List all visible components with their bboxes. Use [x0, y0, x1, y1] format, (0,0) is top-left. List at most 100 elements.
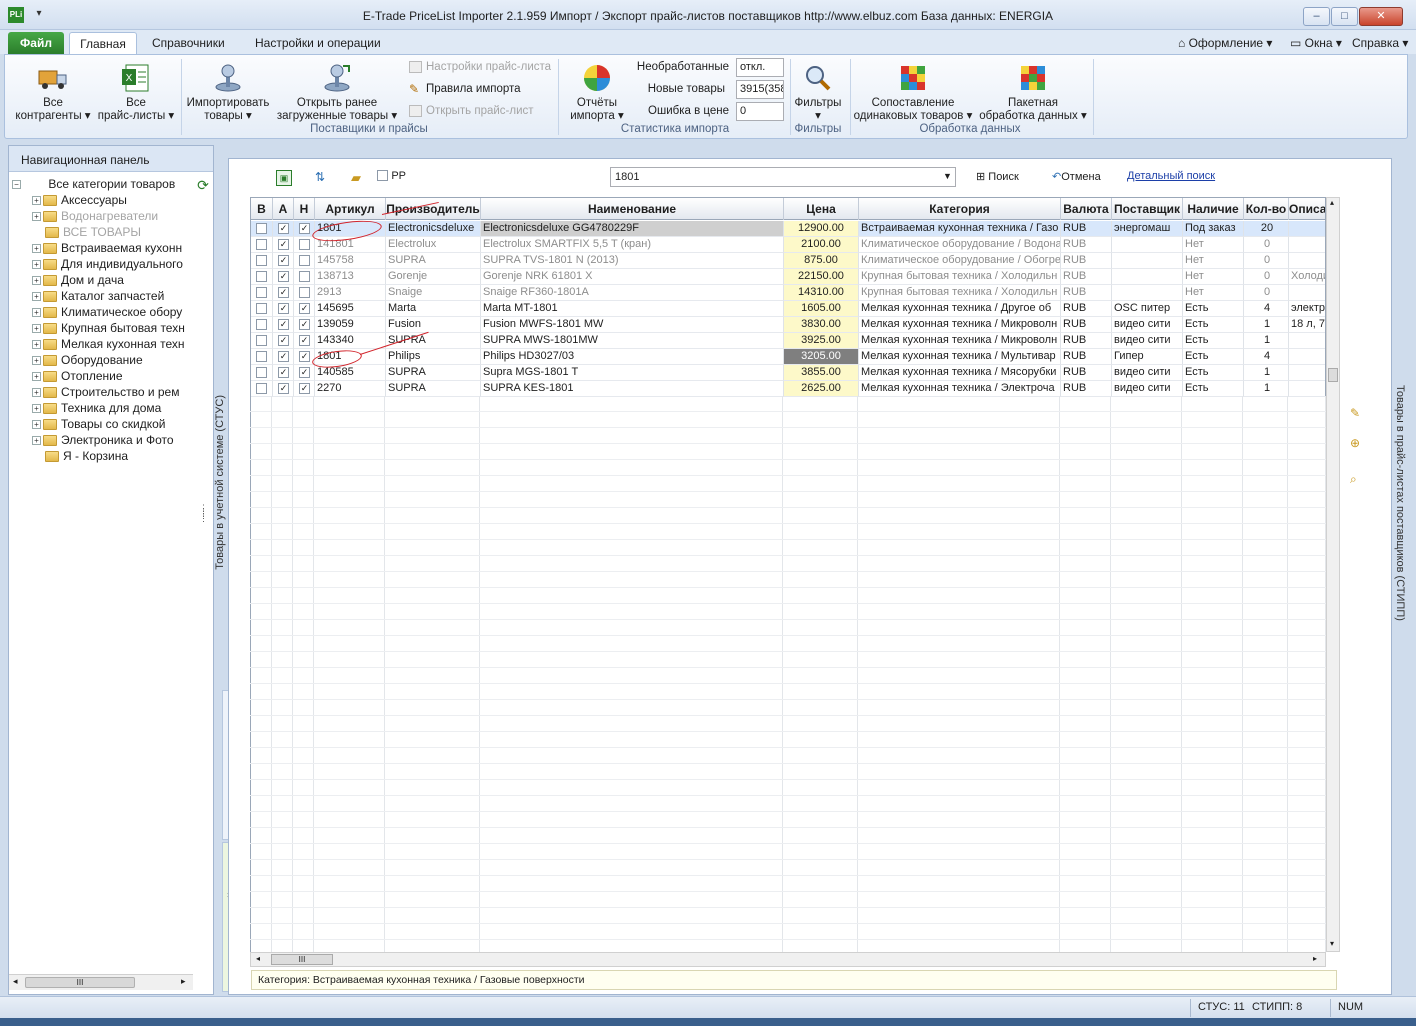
tab-references[interactable]: Справочники: [140, 32, 237, 54]
tree-item[interactable]: + Техника для дома: [12, 400, 212, 416]
expand-icon[interactable]: +: [32, 196, 41, 206]
tree-item[interactable]: Я - Корзина: [12, 448, 212, 464]
all-pricelists-button[interactable]: X Все прайс-листы ▾: [95, 63, 177, 123]
search-combobox[interactable]: 1801 ▼: [610, 167, 956, 187]
column-header[interactable]: Наличие: [1183, 198, 1244, 220]
column-header[interactable]: Наименование: [481, 198, 784, 220]
tree-item[interactable]: + Крупная бытовая техн: [12, 320, 212, 336]
expand-icon[interactable]: +: [32, 340, 41, 350]
expand-icon[interactable]: +: [32, 404, 41, 414]
tree-item[interactable]: + Оборудование: [12, 352, 212, 368]
folder-edit-icon[interactable]: ✎: [1350, 406, 1366, 420]
open-loaded-goods-button[interactable]: Открыть ранее загруженные товары ▾: [275, 63, 399, 123]
column-header[interactable]: Кол-во: [1244, 198, 1289, 220]
cancel-button[interactable]: ↶Отмена: [1052, 170, 1101, 183]
export-excel-icon[interactable]: ▣: [276, 170, 292, 186]
chevron-down-icon[interactable]: ▼: [943, 171, 952, 181]
tree-item[interactable]: + Климатическое обору: [12, 304, 212, 320]
design-menu[interactable]: ⌂ Оформление ▾: [1178, 32, 1272, 54]
unprocessed-field[interactable]: откл.: [736, 58, 784, 77]
tab-stus-vertical[interactable]: Товары в учетной системе (СТУС): [214, 395, 228, 585]
expand-icon[interactable]: +: [32, 420, 41, 430]
column-header[interactable]: Категория: [859, 198, 1061, 220]
expand-icon[interactable]: +: [32, 292, 41, 302]
sort-icon[interactable]: ⇅: [311, 170, 329, 186]
open-pricelist-button[interactable]: Открыть прайс-лист: [409, 105, 534, 117]
tab-settings-operations[interactable]: Настройки и операции: [243, 32, 393, 54]
scroll-right-icon[interactable]: ▸: [181, 976, 186, 987]
tree-item[interactable]: + Мелкая кухонная техн: [12, 336, 212, 352]
column-header[interactable]: Артикул: [315, 198, 386, 220]
folder-search-icon[interactable]: ⌕: [1350, 472, 1366, 486]
column-header[interactable]: Поставщик: [1112, 198, 1183, 220]
nav-hscroll[interactable]: ◂ III ▸: [9, 974, 193, 990]
column-header[interactable]: Описа: [1289, 198, 1325, 220]
import-reports-button[interactable]: Отчёты импорта ▾: [563, 63, 631, 123]
pp-checkbox[interactable]: PP: [377, 168, 406, 182]
scroll-left-icon[interactable]: ◂: [256, 954, 260, 963]
tab-file[interactable]: Файл: [8, 32, 64, 54]
scroll-down-icon[interactable]: ▾: [1330, 939, 1334, 948]
batch-processing-button[interactable]: Пакетная обработка данных ▾: [977, 63, 1089, 123]
expand-icon[interactable]: +: [32, 308, 41, 318]
tree-root[interactable]: − Все категории товаров: [12, 176, 212, 192]
tree-item[interactable]: + Отопление: [12, 368, 212, 384]
pp-checkbox-box[interactable]: [377, 170, 388, 182]
grid-hscroll[interactable]: ◂ III ▸: [250, 952, 1326, 967]
column-header[interactable]: В: [251, 198, 273, 220]
search-input[interactable]: 1801: [615, 171, 639, 183]
expand-icon[interactable]: +: [32, 388, 41, 398]
tree-item[interactable]: + Дом и дача: [12, 272, 212, 288]
expand-icon[interactable]: +: [32, 260, 41, 270]
all-contractors-button[interactable]: Все контрагенты ▾: [11, 63, 95, 123]
tree-item[interactable]: + Строительство и рем: [12, 384, 212, 400]
tab-home[interactable]: Главная: [69, 32, 137, 54]
column-header[interactable]: Н: [294, 198, 315, 220]
import-rules-button[interactable]: ✎ Правила импорта: [409, 83, 521, 95]
match-goods-button[interactable]: Сопоставление одинаковых товаров ▾: [851, 63, 975, 123]
windows-menu[interactable]: ▭ Окна ▾: [1290, 32, 1342, 54]
folder-icon[interactable]: ▰: [347, 170, 365, 186]
vscroll-thumb[interactable]: [1328, 368, 1338, 382]
maximize-button[interactable]: □: [1331, 7, 1358, 26]
column-header[interactable]: Валюта: [1061, 198, 1112, 220]
tree-item[interactable]: ВСЕ ТОВАРЫ: [12, 224, 212, 240]
minimize-button[interactable]: –: [1303, 7, 1330, 26]
expand-icon[interactable]: +: [32, 244, 41, 254]
grid-vscroll[interactable]: ▴ ▾: [1326, 197, 1340, 952]
tree-item[interactable]: + Для индивидуального: [12, 256, 212, 272]
close-button[interactable]: ✕: [1359, 7, 1403, 26]
tree-item[interactable]: + Каталог запчастей: [12, 288, 212, 304]
price-error-field[interactable]: 0: [736, 102, 784, 121]
tree-item[interactable]: + Электроника и Фото: [12, 432, 212, 448]
column-header[interactable]: А: [273, 198, 294, 220]
search-button[interactable]: ⊞ Поиск: [976, 170, 1019, 183]
nav-scroll-thumb[interactable]: III: [25, 977, 135, 988]
expand-icon[interactable]: +: [32, 324, 41, 334]
import-goods-button[interactable]: Импортировать товары ▾: [183, 63, 273, 123]
refresh-icon[interactable]: ⟳: [195, 178, 211, 192]
expand-icon[interactable]: +: [32, 372, 41, 382]
scroll-up-icon[interactable]: ▴: [1330, 198, 1334, 207]
column-header[interactable]: Цена: [784, 198, 859, 220]
scroll-left-icon[interactable]: ◂: [13, 976, 18, 987]
tree-item[interactable]: + Встраиваемая кухонн: [12, 240, 212, 256]
new-goods-field[interactable]: 3915(358: [736, 80, 784, 99]
splitter-grip-icon[interactable]: ⋮ ⋮ ⋮: [199, 504, 208, 546]
detailed-search-link[interactable]: Детальный поиск: [1127, 170, 1215, 182]
expand-icon[interactable]: +: [32, 356, 41, 366]
expand-icon[interactable]: +: [32, 436, 41, 446]
hscroll-thumb[interactable]: III: [271, 954, 333, 965]
tree-item[interactable]: + Водонагреватели: [12, 208, 212, 224]
collapse-icon[interactable]: −: [12, 180, 21, 190]
expand-icon[interactable]: +: [32, 212, 41, 222]
tree-item[interactable]: + Товары со скидкой: [12, 416, 212, 432]
help-menu[interactable]: Справка ▾: [1352, 32, 1408, 54]
filters-button[interactable]: Фильтры ▾: [791, 63, 845, 123]
folder-add-icon[interactable]: ⊕: [1350, 436, 1366, 450]
tab-stipp-vertical[interactable]: Товары в прайс-листах поставщиков (СТИПП…: [1394, 385, 1408, 625]
pricelist-settings-button[interactable]: Настройки прайс-листа: [409, 61, 551, 73]
expand-icon[interactable]: +: [32, 276, 41, 286]
scroll-right-icon[interactable]: ▸: [1313, 954, 1317, 963]
tree-item[interactable]: + Аксессуары: [12, 192, 212, 208]
